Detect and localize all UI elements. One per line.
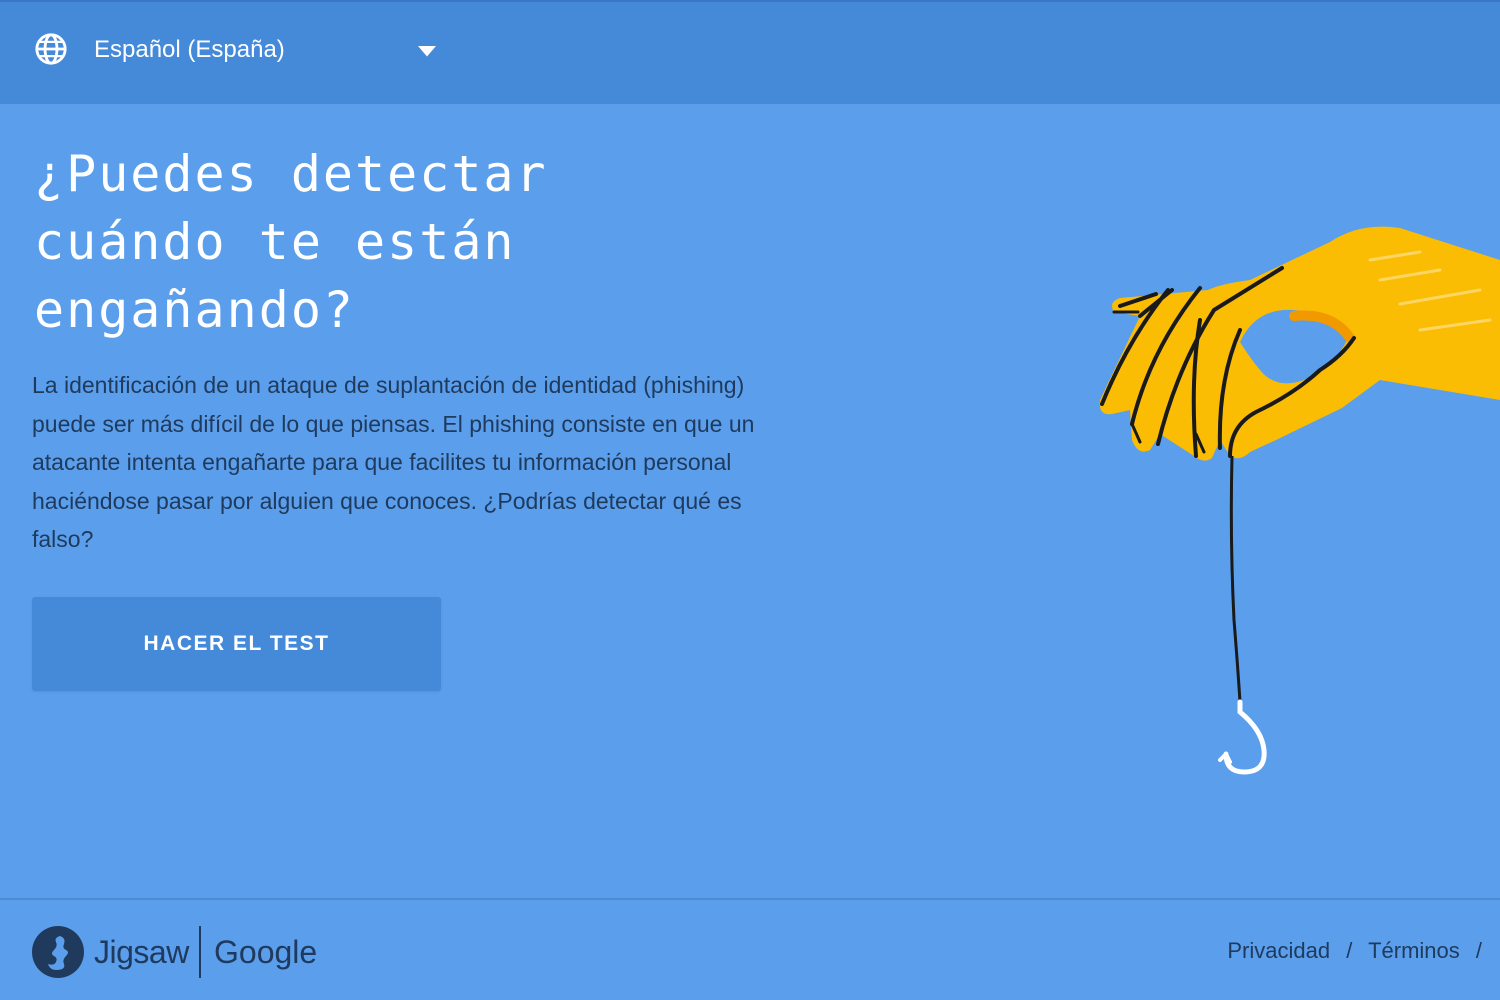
title-line: ¿Puedes detectar <box>34 145 548 203</box>
chevron-down-icon <box>418 46 436 57</box>
hand-hook-illustration <box>1099 226 1500 775</box>
start-test-button[interactable]: HACER EL TEST <box>32 597 441 691</box>
privacy-link[interactable]: Privacidad <box>1227 938 1330 963</box>
jigsaw-logo-icon <box>32 926 84 978</box>
title-line: cuándo te están <box>34 213 516 271</box>
intro-description: La identificación de un ataque de suplan… <box>32 372 755 552</box>
google-brand-name: Google <box>214 934 318 970</box>
footer-links: Privacidad / Términos / <box>1227 938 1492 964</box>
page: Español (España) ¿Puedes detectar cuándo… <box>0 0 1500 1000</box>
language-selected-label: Español (España) <box>94 36 285 63</box>
brand-divider <box>199 926 201 978</box>
footer: Jigsaw Google Privacidad / Términos / <box>0 898 1500 1000</box>
terms-link[interactable]: Términos <box>1368 938 1460 963</box>
jigsaw-brand-name: Jigsaw <box>94 934 189 970</box>
link-separator: / <box>1475 938 1482 963</box>
page-title: ¿Puedes detectar cuándo te están engañan… <box>34 140 654 344</box>
top-bar: Español (España) <box>0 0 1500 104</box>
language-selector[interactable]: Español (España) <box>32 26 452 76</box>
title-line: engañando? <box>34 281 356 339</box>
link-separator: / <box>1346 938 1353 963</box>
globe-icon <box>35 33 67 65</box>
